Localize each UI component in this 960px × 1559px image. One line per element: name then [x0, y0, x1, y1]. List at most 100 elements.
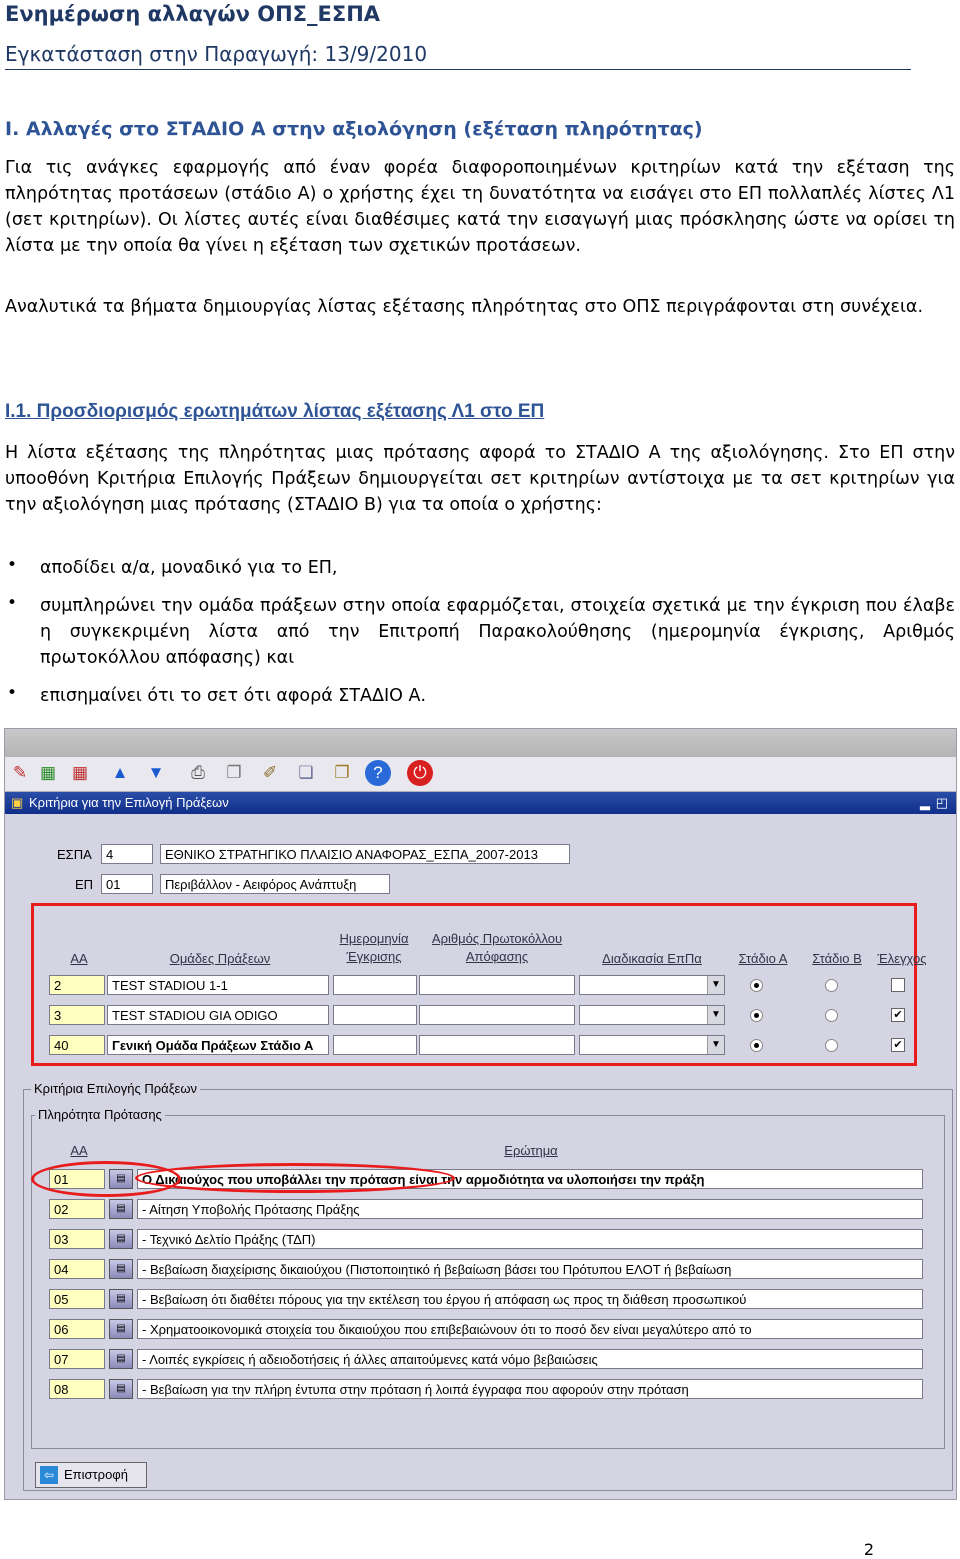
set-group-field[interactable]: Γενική Ομάδα Πράξεων Στάδιο Α — [107, 1035, 329, 1055]
question-text-field[interactable]: - Λοιπές εγκρίσεις ή αδειοδοτήσεις ή άλλ… — [137, 1349, 923, 1369]
ep-name-field[interactable]: Περιβάλλον - Αειφόρος Ανάπτυξη — [160, 874, 390, 894]
col-groups: Ομάδες Πράξεων — [169, 951, 271, 966]
check-checkbox[interactable] — [891, 978, 905, 992]
stage-a-radio[interactable] — [750, 1039, 763, 1052]
lov-button-icon[interactable]: ▤ — [109, 1349, 133, 1369]
exit-icon[interactable]: ⏻ — [407, 760, 433, 786]
set-group-field[interactable]: TEST STADIOU 1-1 — [107, 975, 329, 995]
col-q-aa: ΑΑ — [70, 1143, 88, 1158]
check-checkbox[interactable]: ✔ — [891, 1008, 905, 1022]
col-protocol: Αριθμός Πρωτοκόλλου Απόφασης — [431, 931, 563, 964]
add-row-icon[interactable]: ▦ — [35, 760, 61, 786]
set-protocol-field[interactable] — [419, 975, 575, 995]
return-button[interactable]: ⇦ Επιστροφή — [35, 1462, 147, 1488]
set-procedure-select[interactable]: ▼ — [579, 1005, 725, 1025]
criteria-frame-label: Κριτήρια Επιλογής Πράξεων — [31, 1081, 200, 1096]
paragraph-steps: Αναλυτικά τα βήματα δημιουργίας λίστας ε… — [5, 297, 924, 317]
completeness-frame-label: Πληρότητα Πρότασης — [35, 1107, 165, 1122]
ep-label: ΕΠ — [75, 877, 94, 892]
window-icon: ▣ — [11, 795, 24, 810]
maximize-icon[interactable]: ◰ — [936, 792, 948, 814]
bullet-item: αποδίδει α/α, μοναδικό για το ΕΠ, — [40, 558, 338, 578]
set-group-field[interactable]: TEST STADIOU GIA ODIGO — [107, 1005, 329, 1025]
col-stage-b: Στάδιο Β — [812, 951, 862, 966]
espa-name-field[interactable]: ΕΘΝΙΚΟ ΣΤΡΑΤΗΓΙΚΟ ΠΛΑΙΣΙΟ ΑΝΑΦΟΡΑΣ_ΕΣΠΑ_… — [160, 844, 570, 864]
question-aa-field[interactable]: 07 — [49, 1349, 105, 1369]
set-procedure-select[interactable]: ▼ — [579, 975, 725, 995]
return-icon: ⇦ — [40, 1466, 58, 1484]
delete-row-icon[interactable]: ▦ — [67, 760, 93, 786]
question-aa-field[interactable]: 06 — [49, 1319, 105, 1339]
app-screenshot: ✎ ▦ ▦ ▲ ▼ ⎙ ❐ ✐ ❏ ❐ ? ⏻ ▣ Κριτήρια για τ… — [4, 728, 957, 1500]
chevron-down-icon[interactable]: ▼ — [707, 1006, 724, 1024]
espa-label: ΕΣΠΑ — [57, 847, 92, 862]
question-text-field[interactable]: - Χρηματοοικονομικά στοιχεία του δικαιού… — [137, 1319, 923, 1339]
paragraph-intro: Για τις ανάγκες εφαρμογής από έναν φορέα… — [5, 158, 955, 256]
page-number: 2 — [863, 1540, 874, 1559]
paragraph-list-description: Η λίστα εξέτασης της πληρότητας μιας πρό… — [5, 443, 955, 515]
lov-button-icon[interactable]: ▤ — [109, 1289, 133, 1309]
set-approval-date-field[interactable] — [333, 1035, 417, 1055]
edit-icon[interactable]: ✎ — [7, 760, 33, 786]
help-icon[interactable]: ? — [365, 760, 391, 786]
col-check: Έλεγχος — [877, 951, 927, 966]
question-aa-field[interactable]: 05 — [49, 1289, 105, 1309]
set-aa-field[interactable]: 3 — [49, 1005, 105, 1025]
window-title: Κριτήρια για την Επιλογή Πράξεων — [29, 795, 229, 810]
set-aa-field[interactable]: 2 — [49, 975, 105, 995]
bullet-item: συμπληρώνει την ομάδα πράξεων στην οποία… — [40, 596, 955, 668]
bullet-marker: • — [7, 683, 18, 703]
set-aa-field[interactable]: 40 — [49, 1035, 105, 1055]
set-protocol-field[interactable] — [419, 1005, 575, 1025]
set-approval-date-field[interactable] — [333, 1005, 417, 1025]
chevron-down-icon[interactable]: ▼ — [707, 976, 724, 994]
set-protocol-field[interactable] — [419, 1035, 575, 1055]
col-approval-date: Ημερομηνία Έγκρισης — [339, 931, 409, 964]
section-heading: Ι. Αλλαγές στο ΣΤΑΔΙΟ Α στην αξιολόγηση … — [5, 118, 703, 140]
check-checkbox[interactable]: ✔ — [891, 1038, 905, 1052]
ep-code-field[interactable]: 01 — [101, 874, 153, 894]
lov-button-icon[interactable]: ▤ — [109, 1259, 133, 1279]
stage-b-radio[interactable] — [825, 979, 838, 992]
lov-button-icon[interactable]: ▤ — [109, 1319, 133, 1339]
question-aa-field[interactable]: 02 — [49, 1199, 105, 1219]
question-aa-field[interactable]: 08 — [49, 1379, 105, 1399]
stage-b-radio[interactable] — [825, 1009, 838, 1022]
copy-icon[interactable]: ❐ — [221, 760, 247, 786]
bullet-marker: • — [7, 593, 18, 613]
espa-code-field[interactable]: 4 — [101, 844, 153, 864]
lov-button-icon[interactable]: ▤ — [109, 1379, 133, 1399]
lov-button-icon[interactable]: ▤ — [109, 1199, 133, 1219]
arrow-down-icon[interactable]: ▼ — [143, 760, 169, 786]
cut-icon[interactable]: ❏ — [293, 760, 319, 786]
minimize-icon[interactable]: ▂ — [920, 792, 930, 814]
lov-button-icon[interactable]: ▤ — [109, 1229, 133, 1249]
window-frame-top — [5, 729, 956, 757]
print-icon[interactable]: ⎙ — [185, 760, 211, 786]
chevron-down-icon[interactable]: ▼ — [707, 1036, 724, 1054]
question-text-field[interactable]: - Τεχνικό Δελτίο Πράξης (ΤΔΠ) — [137, 1229, 923, 1249]
document-title: Ενημέρωση αλλαγών ΟΠΣ_ΕΣΠΑ — [5, 2, 381, 26]
set-approval-date-field[interactable] — [333, 975, 417, 995]
col-stage-a: Στάδιο Α — [738, 951, 788, 966]
set-procedure-select[interactable]: ▼ — [579, 1035, 725, 1055]
question-aa-field[interactable]: 03 — [49, 1229, 105, 1249]
question-text-field[interactable]: - Βεβαίωση ότι διαθέτει πόρους για την ε… — [137, 1289, 923, 1309]
arrow-up-icon[interactable]: ▲ — [107, 760, 133, 786]
paste-icon[interactable]: ❐ — [329, 760, 355, 786]
return-label: Επιστροφή — [64, 1467, 128, 1482]
stage-a-radio[interactable] — [750, 1009, 763, 1022]
toolbar: ✎ ▦ ▦ ▲ ▼ ⎙ ❐ ✐ ❏ ❐ ? ⏻ — [5, 757, 956, 792]
question-text-field[interactable]: - Βεβαίωση διαχείρισης δικαιούχου (Πιστο… — [137, 1259, 923, 1279]
bullet-item: επισημαίνει ότι το σετ ότι αφορά ΣΤΑΔΙΟ … — [40, 686, 427, 706]
bullet-marker: • — [7, 555, 18, 575]
document-subtitle: Εγκατάσταση στην Παραγωγή: 13/9/2010 — [5, 42, 911, 70]
question-text-field[interactable]: - Αίτηση Υποβολής Πρότασης Πράξης — [137, 1199, 923, 1219]
highlight-ellipse-question — [135, 1163, 455, 1193]
col-aa: ΑΑ — [70, 951, 88, 966]
question-text-field[interactable]: - Βεβαίωση για την πλήρη έντυπα στην πρό… — [137, 1379, 923, 1399]
stage-b-radio[interactable] — [825, 1039, 838, 1052]
stage-a-radio[interactable] — [750, 979, 763, 992]
question-aa-field[interactable]: 04 — [49, 1259, 105, 1279]
notes-icon[interactable]: ✐ — [257, 760, 283, 786]
